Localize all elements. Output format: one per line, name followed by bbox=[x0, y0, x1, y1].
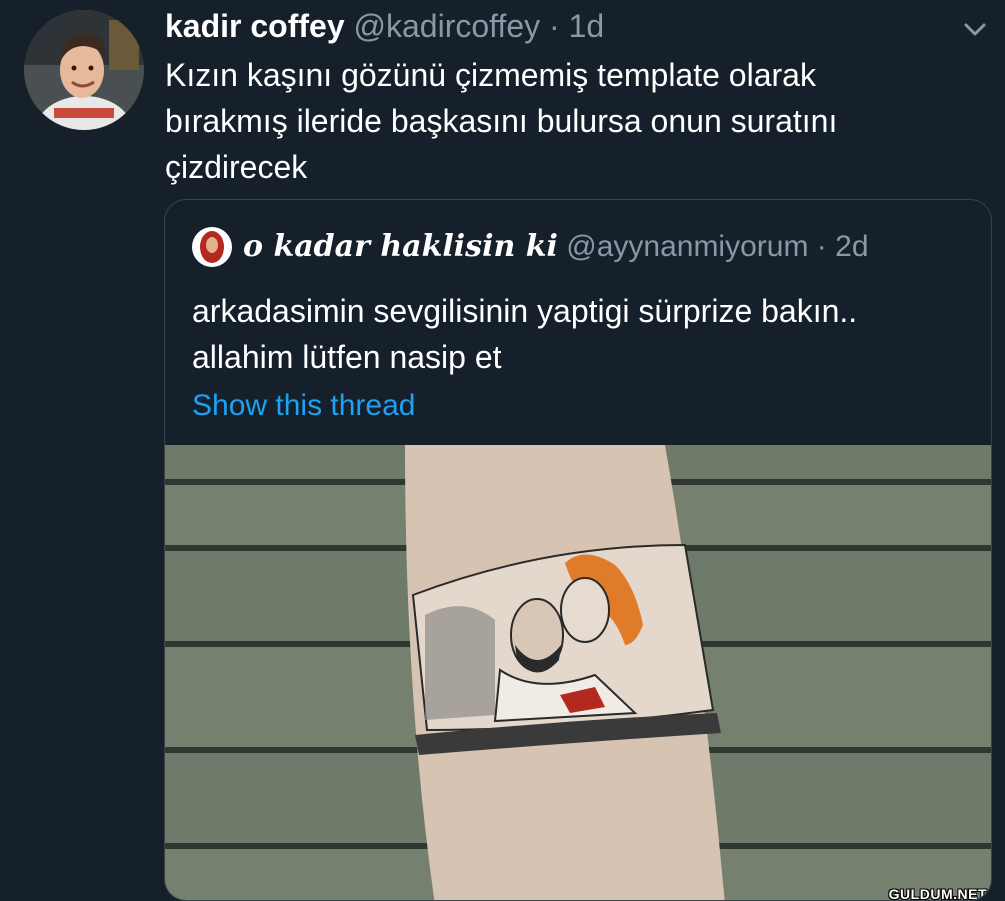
quoted-avatar-photo bbox=[192, 227, 232, 267]
quoted-text-line-1: arkadasimin sevgilisinin yaptigi sürpriz… bbox=[192, 293, 858, 329]
quoted-text: arkadasimin sevgilisinin yaptigi sürpriz… bbox=[192, 288, 972, 380]
tattoo-photo[interactable]: GULDUM.NET bbox=[165, 445, 991, 901]
avatar[interactable] bbox=[24, 10, 144, 130]
quoted-display-name[interactable]: o kadar haklisin ki bbox=[243, 229, 558, 264]
separator-dot: · bbox=[549, 8, 560, 44]
tweet-text: Kızın kaşını gözünü çizmemiş template ol… bbox=[165, 57, 838, 185]
photo-illustration bbox=[165, 445, 991, 900]
quoted-avatar[interactable] bbox=[192, 227, 232, 267]
avatar-photo bbox=[24, 10, 144, 130]
watermark: GULDUM.NET bbox=[888, 886, 987, 901]
user-handle[interactable]: @kadircoffey bbox=[354, 8, 541, 44]
show-thread-link[interactable]: Show this thread bbox=[192, 384, 415, 428]
display-name[interactable]: kadir coffey bbox=[165, 8, 345, 44]
quoted-separator-dot: · bbox=[816, 230, 827, 263]
tweet-header: kadir coffey @kadircoffey · 1d bbox=[165, 4, 604, 48]
tweet: kadir coffey @kadircoffey · 1d Kızın kaş… bbox=[0, 0, 1005, 901]
quoted-text-line-2: allahim lütfen nasip et bbox=[192, 339, 502, 375]
quoted-handle[interactable]: @ayynanmiyorum bbox=[566, 230, 808, 263]
timestamp[interactable]: 1d bbox=[569, 8, 605, 44]
quoted-tweet[interactable]: o kadar haklisin ki @ayynanmiyorum · 2d … bbox=[164, 199, 992, 901]
quoted-timestamp[interactable]: 2d bbox=[835, 230, 868, 263]
quoted-header: o kadar haklisin ki @ayynanmiyorum · 2d bbox=[243, 224, 869, 270]
chevron-down-icon[interactable] bbox=[958, 12, 992, 46]
